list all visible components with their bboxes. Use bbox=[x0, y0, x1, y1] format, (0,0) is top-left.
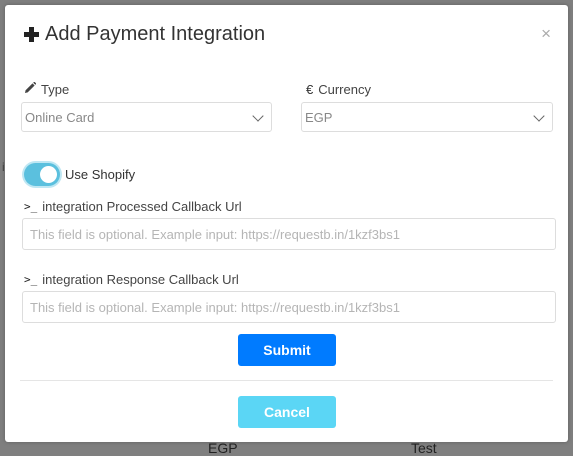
processed-callback-label: >_ integration Processed Callback Url bbox=[24, 199, 242, 214]
processed-callback-placeholder: This field is optional. Example input: h… bbox=[30, 226, 400, 242]
type-label: Type bbox=[24, 82, 69, 97]
terminal-icon: >_ bbox=[24, 273, 38, 286]
submit-button[interactable]: Submit bbox=[238, 334, 336, 366]
pencil-icon bbox=[24, 82, 36, 97]
chevron-down-icon bbox=[533, 110, 545, 122]
add-payment-integration-modal: Add Payment Integration × Type Online Ca… bbox=[5, 5, 568, 442]
cancel-button[interactable]: Cancel bbox=[238, 396, 336, 428]
type-select[interactable]: Online Card bbox=[21, 102, 272, 132]
backdrop-cell-currency: EGP bbox=[208, 440, 238, 456]
response-callback-placeholder: This field is optional. Example input: h… bbox=[30, 299, 400, 315]
modal-title: Add Payment Integration bbox=[24, 23, 265, 46]
chevron-down-icon bbox=[252, 110, 264, 122]
use-shopify-toggle[interactable] bbox=[24, 163, 60, 186]
toggle-knob bbox=[40, 166, 57, 183]
footer-divider bbox=[20, 380, 553, 381]
currency-select-value: EGP bbox=[305, 109, 333, 125]
response-callback-input[interactable]: This field is optional. Example input: h… bbox=[22, 291, 556, 323]
response-callback-label-text: integration Response Callback Url bbox=[42, 272, 239, 287]
processed-callback-input[interactable]: This field is optional. Example input: h… bbox=[22, 218, 556, 250]
terminal-icon: >_ bbox=[24, 200, 38, 213]
backdrop-cell-name: Test bbox=[411, 440, 437, 456]
currency-select[interactable]: EGP bbox=[301, 102, 553, 132]
close-icon[interactable]: × bbox=[541, 25, 551, 42]
plus-icon bbox=[24, 27, 39, 42]
modal-title-text: Add Payment Integration bbox=[45, 23, 266, 45]
currency-label-text: Currency bbox=[318, 82, 371, 97]
use-shopify-label: Use Shopify bbox=[65, 167, 136, 182]
processed-callback-label-text: integration Processed Callback Url bbox=[42, 199, 242, 214]
response-callback-label: >_ integration Response Callback Url bbox=[24, 272, 239, 287]
currency-label: € Currency bbox=[306, 82, 371, 97]
euro-icon: € bbox=[306, 82, 314, 97]
type-label-text: Type bbox=[41, 82, 70, 97]
type-select-value: Online Card bbox=[25, 109, 95, 125]
